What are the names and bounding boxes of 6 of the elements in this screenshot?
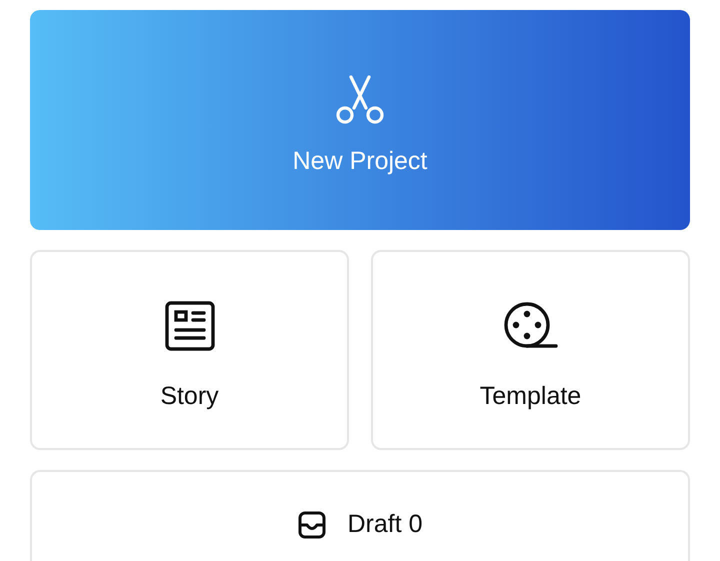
- new-project-button[interactable]: New Project: [30, 10, 690, 230]
- option-card[interactable]: Template: [371, 250, 690, 450]
- draft-button[interactable]: Draft 0: [30, 470, 690, 561]
- document-icon: [164, 300, 216, 352]
- option-card[interactable]: Story: [30, 250, 349, 450]
- inbox-icon: [297, 510, 328, 540]
